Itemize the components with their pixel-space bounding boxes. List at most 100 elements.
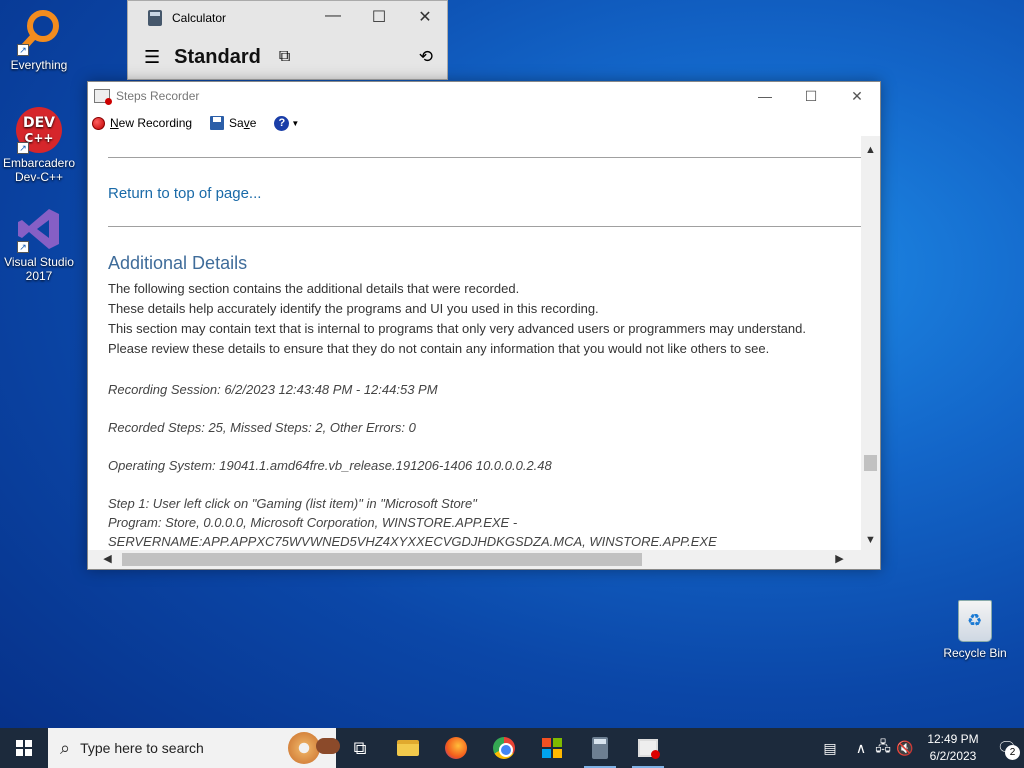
calculator-close-button[interactable]: ✕: [402, 7, 448, 27]
windows-logo-icon: [16, 740, 32, 756]
calculator-maximize-button[interactable]: ☐: [356, 7, 402, 27]
calculator-taskbar-button[interactable]: [576, 728, 624, 768]
recorded-steps-text: Recorded Steps: 25, Missed Steps: 2, Oth…: [108, 420, 416, 435]
shortcut-arrow-icon: ↗: [17, 142, 29, 154]
taskbar: ⌕ Type here to search ⧉ ▤ ∧ 🖧 🔇 12:49 PM…: [0, 728, 1024, 768]
steps-recorder-taskbar-button[interactable]: [624, 728, 672, 768]
calculator-icon: [592, 737, 608, 759]
steps-recorder-minimize-button[interactable]: —: [742, 82, 788, 110]
additional-details-text: The following section contains the addit…: [108, 279, 806, 359]
desktop-icon-everything[interactable]: ↗ Everything: [0, 8, 78, 72]
microsoft-store-button[interactable]: [528, 728, 576, 768]
action-center-button[interactable]: 🗨 2: [990, 728, 1024, 768]
details-line: Please review these details to ensure th…: [108, 341, 770, 356]
recycle-bin-icon: [958, 600, 992, 642]
steps-recorder-icon: [638, 739, 660, 759]
desktop-icon-label: Embarcadero Dev-C++: [2, 156, 76, 184]
save-label-start: Sa: [229, 116, 244, 130]
save-button[interactable]: Sa v e: [210, 116, 256, 130]
hamburger-menu-icon[interactable]: ☰: [144, 47, 160, 68]
search-icon: ⌕: [60, 737, 71, 758]
scroll-up-icon[interactable]: ▲: [861, 144, 880, 156]
start-button[interactable]: [0, 728, 48, 768]
calculator-titlebar[interactable]: Calculator — ☐ ✕: [128, 1, 447, 35]
chrome-icon: [493, 737, 515, 759]
details-line: These details help accurately identify t…: [108, 301, 599, 316]
details-line: This section may contain text that is in…: [108, 321, 806, 336]
scrollbar-corner: [861, 550, 880, 569]
recycle-bin-label: Recycle Bin: [943, 646, 1007, 660]
keep-on-top-icon[interactable]: ⧉: [279, 48, 290, 66]
history-icon[interactable]: ⟲: [419, 47, 433, 67]
steps-recorder-maximize-button[interactable]: ☐: [788, 82, 834, 110]
calculator-window[interactable]: Calculator — ☐ ✕ ☰ Standard ⧉ ⟲: [127, 0, 448, 80]
volume-muted-icon[interactable]: 🔇: [894, 740, 916, 757]
recording-session-text: Recording Session: 6/2/2023 12:43:48 PM …: [108, 382, 438, 397]
scroll-down-icon[interactable]: ▼: [861, 534, 880, 546]
steps-recorder-window[interactable]: Steps Recorder — ☐ ✕ New Recording Sa v e …: [87, 81, 881, 570]
system-tray: ▤ ∧ 🖧 🔇 12:49 PM 6/2/2023 🗨 2: [810, 728, 1024, 768]
search-placeholder: Type here to search: [80, 740, 204, 756]
vertical-scrollbar[interactable]: ▲ ▼: [861, 136, 880, 552]
network-icon[interactable]: 🖧: [872, 736, 894, 760]
store-icon: [542, 738, 562, 758]
taskbar-search-box[interactable]: ⌕ Type here to search: [48, 728, 340, 768]
clock-date: 6/2/2023: [929, 749, 977, 763]
devcpp-icon: DEV C++ ↗: [15, 106, 63, 154]
svg-text:DEV: DEV: [23, 115, 55, 131]
firefox-icon: [445, 737, 467, 759]
visual-studio-icon: ↗: [15, 205, 63, 253]
calculator-minimize-button[interactable]: —: [310, 7, 356, 25]
steps-recorder-app-icon: [94, 89, 112, 105]
firefox-button[interactable]: [432, 728, 480, 768]
return-to-top-link[interactable]: Return to top of page...: [108, 185, 261, 202]
horizontal-scrollbar[interactable]: ◀ ▶: [88, 550, 862, 569]
details-line: The following section contains the addit…: [108, 281, 520, 296]
steps-recorder-titlebar[interactable]: Steps Recorder — ☐ ✕: [88, 82, 880, 110]
divider: [108, 157, 862, 158]
operating-system-text: Operating System: 19041.1.amd64fre.vb_re…: [108, 458, 552, 473]
desktop-icon-label: Everything: [10, 58, 68, 72]
calculator-title: Calculator: [172, 11, 227, 25]
desktop-icon-label: Visual Studio 2017: [4, 255, 74, 283]
desktop-icon-recycle-bin[interactable]: Recycle Bin: [938, 600, 1012, 660]
recording-details-pane[interactable]: Return to top of page... Additional Deta…: [88, 136, 862, 552]
new-recording-button[interactable]: New Recording: [92, 116, 192, 130]
shortcut-arrow-icon: ↗: [17, 241, 29, 253]
horizontal-scroll-thumb[interactable]: [122, 553, 642, 566]
calculator-mode-title: Standard: [174, 45, 261, 68]
shortcut-arrow-icon: ↗: [17, 44, 29, 56]
chrome-button[interactable]: [480, 728, 528, 768]
steps-recorder-title: Steps Recorder: [116, 89, 200, 103]
save-label-end: e: [249, 116, 257, 130]
notification-count-badge: 2: [1005, 745, 1020, 760]
step1-program: Program: Store, 0.0.0.0, Microsoft Corpo…: [108, 515, 518, 530]
task-view-icon: ⧉: [353, 737, 367, 758]
file-explorer-button[interactable]: [384, 728, 432, 768]
help-icon: ?: [274, 115, 290, 131]
record-icon: [92, 116, 105, 130]
news-widget-icon[interactable]: ▤: [810, 740, 850, 757]
show-hidden-icons-chevron-icon[interactable]: ∧: [850, 740, 872, 757]
folder-icon: [397, 740, 419, 756]
clock-time: 12:49 PM: [927, 732, 979, 746]
divider: [108, 226, 862, 227]
clock[interactable]: 12:49 PM 6/2/2023: [916, 731, 990, 765]
task-view-button[interactable]: ⧉: [336, 728, 384, 768]
desktop-icon-devcpp[interactable]: DEV C++ ↗ Embarcadero Dev-C++: [0, 106, 78, 184]
search-highlight-donut-icon[interactable]: [288, 732, 320, 764]
additional-details-heading: Additional Details: [108, 253, 248, 273]
steps-recorder-toolbar: New Recording Sa v e ? ▼: [88, 110, 880, 136]
desktop-icon-visual-studio[interactable]: ↗ Visual Studio 2017: [0, 205, 78, 283]
step1-servername: SERVERNAME:APP.APPXC75WVWNED5VHZ4XYXXECV…: [108, 534, 717, 549]
help-dropdown-button[interactable]: ? ▼: [274, 115, 299, 131]
scroll-right-icon[interactable]: ▶: [830, 550, 849, 569]
steps-recorder-close-button[interactable]: ✕: [834, 82, 880, 110]
new-recording-mnemonic: N: [110, 116, 119, 130]
vertical-scroll-thumb[interactable]: [864, 455, 877, 471]
step1-description: Step 1: User left click on "Gaming (list…: [108, 496, 477, 511]
save-icon: [210, 116, 225, 130]
everything-icon: ↗: [15, 8, 63, 56]
new-recording-label: ew Recording: [118, 116, 193, 130]
scroll-left-icon[interactable]: ◀: [98, 550, 117, 569]
